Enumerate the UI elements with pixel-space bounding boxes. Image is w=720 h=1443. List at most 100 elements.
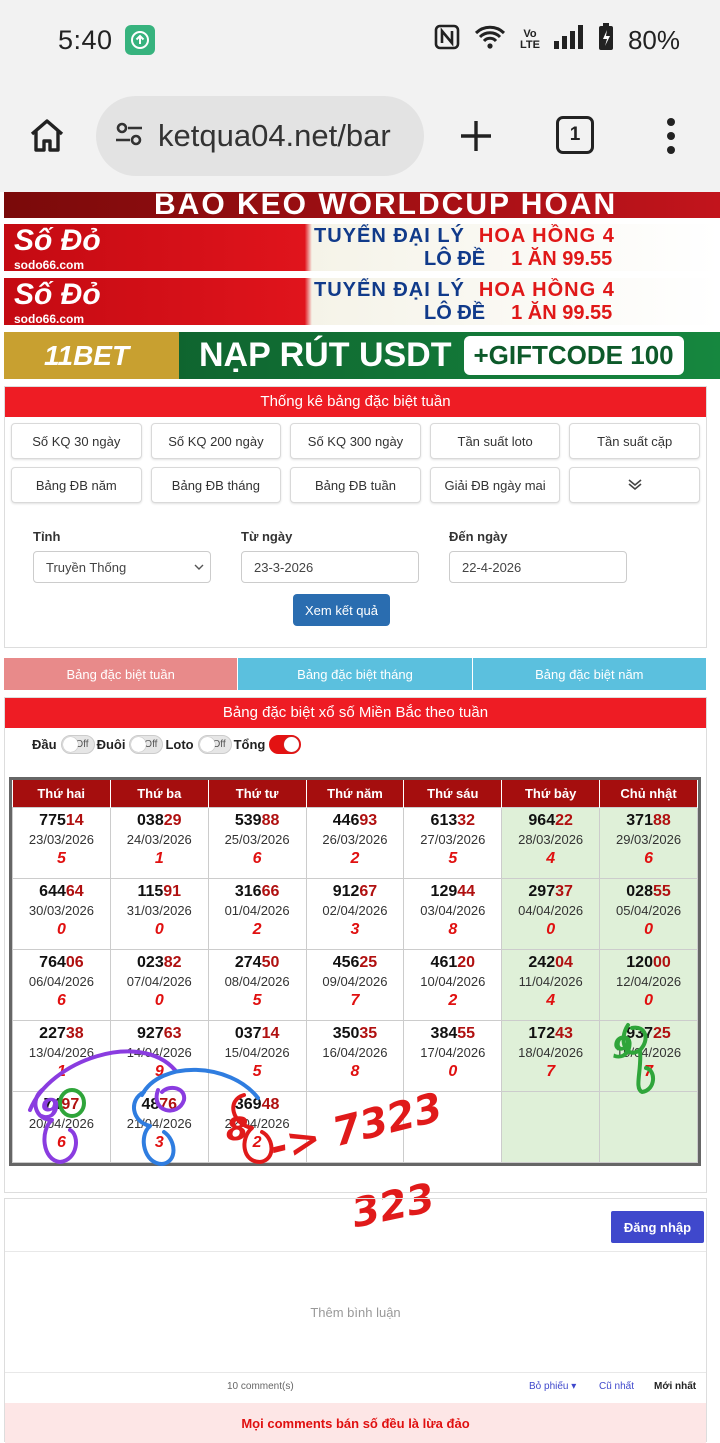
prize-head: 172 bbox=[528, 1024, 556, 1042]
prize-tail: 32 bbox=[457, 811, 476, 829]
prize-tail: 50 bbox=[261, 953, 280, 971]
result-cell: 03714 15/04/2026 5 bbox=[207, 1019, 307, 1092]
new-tab-icon[interactable] bbox=[458, 118, 494, 154]
btn-tan-suat-cap[interactable]: Tần suất cặp bbox=[569, 423, 700, 459]
prize-total: 8 bbox=[448, 920, 458, 938]
prize-date: 07/04/2026 bbox=[126, 973, 192, 989]
comment-input[interactable]: Thêm bình luận bbox=[5, 1251, 706, 1373]
stats-panel-title: Thống kê bảng đặc biệt tuần bbox=[5, 387, 706, 417]
sodo-banner[interactable]: Số Đỏ sodo66.com TUYỂN ĐẠI LÝ HOA HỒNG 4 L… bbox=[4, 224, 720, 271]
sodo-brand: Số Đỏ bbox=[14, 278, 101, 311]
caret-down-icon: ▾ bbox=[571, 1381, 577, 1392]
tinh-label: Tỉnh bbox=[33, 529, 61, 544]
btn-kq-300[interactable]: Số KQ 300 ngày bbox=[290, 423, 421, 459]
address-bar[interactable]: ketqua04.net/bar bbox=[96, 96, 424, 176]
sort-new[interactable]: Mới nhất bbox=[654, 1381, 696, 1392]
result-cell: 45625 09/04/2026 7 bbox=[305, 948, 405, 1021]
url-text[interactable]: ketqua04.net/bar bbox=[158, 118, 391, 154]
prize-number: 76406 bbox=[13, 954, 110, 972]
sodo-banner-2[interactable]: Số Đỏ sodo66.com TUYỂN ĐẠI LÝ HOA HỒNG 4 L… bbox=[4, 278, 720, 325]
btn-db-nam[interactable]: Bảng ĐB năm bbox=[11, 467, 142, 503]
prize-head: 297 bbox=[528, 882, 556, 900]
prize-total: 7 bbox=[350, 991, 360, 1009]
tab-thang[interactable]: Bảng đặc biệt tháng bbox=[238, 658, 473, 690]
toggle-tong[interactable] bbox=[269, 735, 302, 754]
prize-head: 037 bbox=[234, 1024, 262, 1042]
prize-head: 242 bbox=[528, 953, 556, 971]
day-header: Thứ bảy bbox=[501, 780, 601, 807]
tab-nam[interactable]: Bảng đặc biệt năm bbox=[472, 658, 707, 690]
btn-kq-200[interactable]: Số KQ 200 ngày bbox=[150, 423, 282, 459]
sodo-line1b: HOA HỒNG 4 bbox=[478, 278, 615, 301]
prize-date: 13/04/2026 bbox=[28, 1044, 94, 1060]
result-cell: 12944 03/04/2026 8 bbox=[403, 877, 503, 950]
day-header: Thứ ba bbox=[110, 780, 209, 807]
login-button[interactable]: Đăng nhập bbox=[611, 1211, 704, 1243]
home-icon[interactable] bbox=[28, 116, 66, 154]
prize-date: 29/03/2026 bbox=[615, 831, 682, 847]
prize-number: 93725 bbox=[600, 1025, 697, 1043]
expand-more-button[interactable] bbox=[569, 467, 700, 503]
xem-ket-qua-button[interactable]: Xem kết quả bbox=[293, 594, 390, 626]
den-ngay-label: Đến ngày bbox=[449, 529, 508, 544]
prize-number: 12000 bbox=[600, 954, 697, 972]
result-cell: 96422 28/03/2026 4 bbox=[501, 806, 601, 879]
prize-number: 61332 bbox=[404, 812, 501, 830]
day-header: Thứ năm bbox=[306, 780, 405, 807]
tinh-select[interactable]: Truyền Thống bbox=[33, 551, 211, 583]
result-cell: 53988 25/03/2026 6 bbox=[207, 806, 307, 879]
tab-switcher-button[interactable]: 1 bbox=[556, 116, 594, 154]
prize-number: 24204 bbox=[502, 954, 599, 972]
result-cell: 17243 18/04/2026 7 bbox=[501, 1019, 601, 1092]
prize-head: 764 bbox=[39, 953, 66, 971]
tab-tuan[interactable]: Bảng đặc biệt tuần bbox=[4, 658, 239, 690]
prize-tail: 82 bbox=[163, 953, 182, 971]
sodo-line2b: 1 ĂN 99.55 bbox=[511, 247, 613, 270]
prize-total: 1 bbox=[56, 1062, 66, 1080]
btn-tan-suat-loto[interactable]: Tần suất loto bbox=[429, 423, 561, 459]
prize-date: 21/04/2026 bbox=[126, 1115, 192, 1131]
result-cell: 02382 07/04/2026 0 bbox=[109, 948, 209, 1021]
more-menu-icon[interactable] bbox=[664, 116, 678, 156]
period-tabs: Bảng đặc biệt tuần Bảng đặc biệt tháng B… bbox=[4, 658, 707, 690]
sodo-line1a: TUYỂN ĐẠI LÝ bbox=[314, 224, 465, 247]
btn-db-thang[interactable]: Bảng ĐB tháng bbox=[150, 467, 282, 503]
den-ngay-input[interactable]: 22-4-2026 bbox=[449, 551, 627, 583]
sort-old[interactable]: Cũ nhất bbox=[599, 1381, 634, 1392]
banner-text: BÁO KÈO WORLDCUP HOÀN bbox=[154, 192, 618, 218]
display-toggles: Đầu Off Đuôi Off Loto Off Tổng bbox=[32, 735, 303, 754]
scam-warning: Mọi comments bán số đều là lừa đảo bbox=[5, 1403, 706, 1443]
prize-total: 5 bbox=[56, 849, 66, 867]
tu-ngay-input[interactable]: 23-3-2026 bbox=[241, 551, 419, 583]
toggle-duoi[interactable]: Off bbox=[129, 735, 164, 754]
toggle-dau[interactable]: Off bbox=[60, 735, 95, 754]
11bet-banner[interactable]: 11BET NẠP RÚT USDT +GIFTCODE 100 bbox=[4, 332, 720, 379]
tu-ngay-label: Từ ngày bbox=[241, 529, 293, 544]
result-cell: 02855 05/04/2026 0 bbox=[599, 877, 698, 950]
prize-total: 0 bbox=[154, 920, 164, 938]
prize-head: 927 bbox=[137, 1024, 164, 1042]
worldcup-banner[interactable]: BÁO KÈO WORLDCUP HOÀN bbox=[4, 192, 720, 218]
chevron-down-icon bbox=[194, 560, 204, 575]
prize-date: 17/04/2026 bbox=[420, 1044, 486, 1060]
btn-db-ngay-mai[interactable]: Giải ĐB ngày mai bbox=[429, 467, 561, 503]
prize-date: 02/04/2026 bbox=[322, 902, 388, 918]
prize-number: 64464 bbox=[13, 883, 110, 901]
prize-number: 53988 bbox=[209, 812, 306, 830]
prize-head: 74 bbox=[43, 1095, 62, 1113]
prize-date: 03/04/2026 bbox=[420, 902, 486, 918]
btn-kq-30[interactable]: Số KQ 30 ngày bbox=[11, 423, 142, 459]
sodo-logo: Số Đỏ sodo66.com bbox=[4, 278, 304, 325]
prize-date: 11/04/2026 bbox=[518, 973, 583, 989]
prize-head: 023 bbox=[137, 953, 164, 971]
sodo-line2b: 1 ĂN 99.55 bbox=[511, 301, 613, 324]
btn-db-tuan[interactable]: Bảng ĐB tuần bbox=[290, 467, 421, 503]
site-settings-icon[interactable] bbox=[114, 119, 144, 154]
status-bar: 5:40 Vo LTE 80% bbox=[0, 0, 720, 80]
prize-head: 644 bbox=[39, 882, 66, 900]
sort-vote[interactable]: Bỏ phiếu ▾ bbox=[529, 1381, 576, 1392]
toggle-loto[interactable]: Off bbox=[197, 735, 232, 754]
result-cell: 03829 24/03/2026 1 bbox=[109, 806, 209, 879]
table-row: 64464 30/03/2026 0 11591 31/03/2026 0 31666 01/… bbox=[12, 877, 698, 950]
prize-date: 19/04/2026 bbox=[615, 1044, 682, 1060]
